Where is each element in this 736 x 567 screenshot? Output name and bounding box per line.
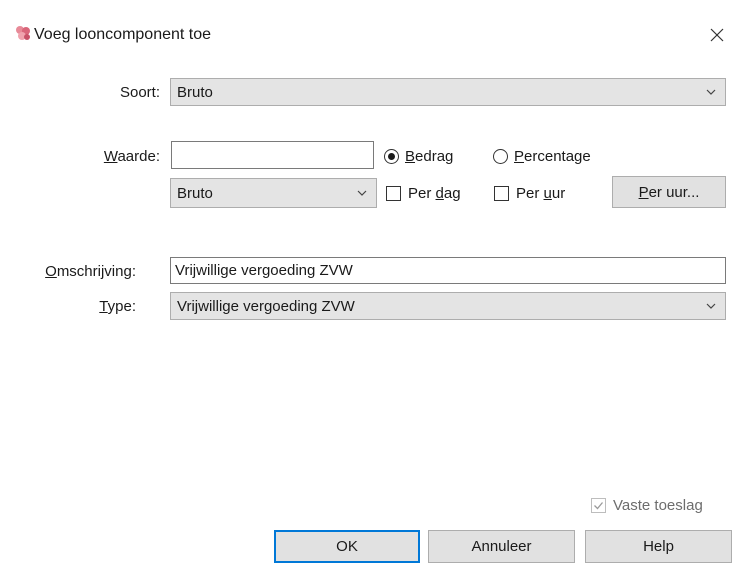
per-uur-button[interactable]: Per uur... — [612, 176, 726, 208]
radio-percentage[interactable]: Percentage — [493, 148, 591, 165]
vaste-toeslag-checkbox[interactable]: Vaste toeslag — [591, 497, 703, 514]
soort-select[interactable]: Bruto — [170, 78, 726, 106]
radio-bedrag[interactable]: Bedrag — [384, 148, 453, 165]
check-per-uur[interactable]: Per uur — [494, 185, 565, 202]
chevron-down-icon — [357, 190, 367, 196]
soort-value: Bruto — [177, 83, 213, 101]
checkmark-icon — [594, 502, 603, 510]
close-button[interactable] — [706, 24, 728, 46]
radio-bedrag-circle — [384, 149, 399, 164]
close-icon — [710, 28, 724, 42]
waarde-unit-select[interactable]: Bruto — [170, 178, 377, 208]
ok-button[interactable]: OK — [274, 530, 420, 563]
annuleer-button[interactable]: Annuleer — [428, 530, 575, 563]
type-label: Type: — [99, 298, 136, 315]
radio-bedrag-label: Bedrag — [405, 148, 454, 165]
chevron-down-icon — [706, 303, 716, 309]
per-dag-checkbox — [386, 186, 401, 201]
omschrijving-input[interactable]: Vrijwillige vergoeding ZVW — [170, 257, 726, 284]
chevron-down-icon — [706, 89, 716, 95]
help-button[interactable]: Help — [585, 530, 732, 563]
omschrijving-label: Omschrijving: — [45, 263, 136, 280]
type-value: Vrijwillige vergoeding ZVW — [177, 297, 355, 315]
per-uur-label: Per uur — [516, 185, 566, 202]
waarde-input[interactable] — [171, 141, 374, 169]
waarde-unit-value: Bruto — [177, 184, 213, 202]
app-icon — [14, 24, 32, 42]
waarde-label: Waarde: — [103, 148, 160, 165]
soort-label: Soort: — [119, 84, 160, 101]
window-title: Voeg looncomponent toe — [34, 26, 212, 43]
radio-percentage-circle — [493, 149, 508, 164]
vaste-toeslag-label: Vaste toeslag — [613, 497, 703, 514]
radio-percentage-label: Percentage — [514, 148, 591, 165]
per-dag-label: Per dag — [408, 185, 461, 202]
type-select[interactable]: Vrijwillige vergoeding ZVW — [170, 292, 726, 320]
per-uur-checkbox — [494, 186, 509, 201]
vaste-toeslag-box — [591, 498, 606, 513]
check-per-dag[interactable]: Per dag — [386, 185, 461, 202]
